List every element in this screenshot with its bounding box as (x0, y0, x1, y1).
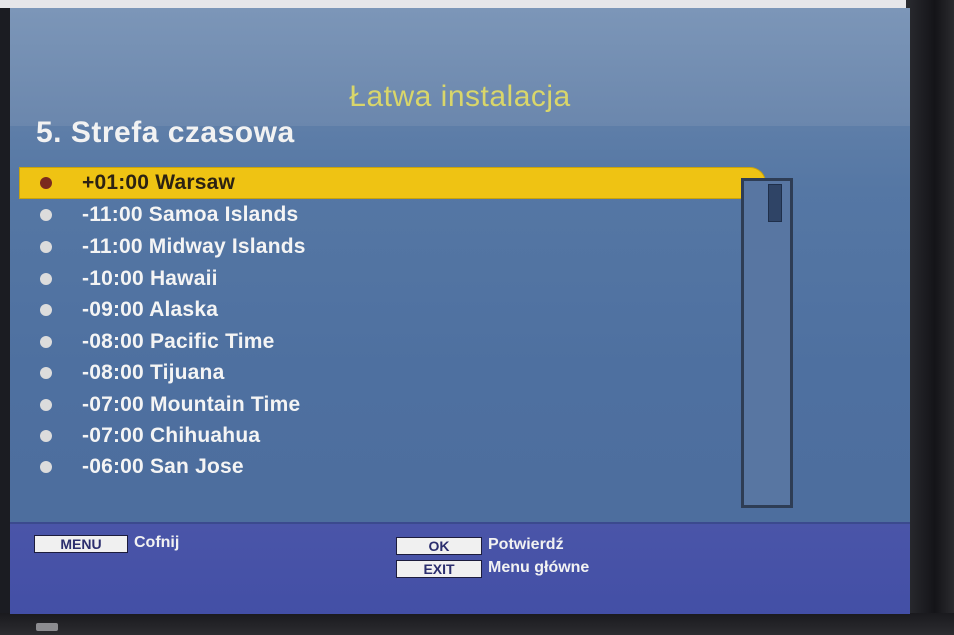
timezone-item[interactable]: -11:00 Midway Islands (20, 232, 765, 262)
timezone-label: -11:00 Samoa Islands (82, 203, 299, 226)
ok-key-label: Potwierdź (488, 536, 564, 553)
key-hint-bar: MENU Cofnij OK Potwierdź EXIT Menu główn… (10, 522, 910, 614)
timezone-label: -10:00 Hawaii (82, 267, 218, 290)
timezone-list[interactable]: +01:00 Warsaw -11:00 Samoa Islands -11:0… (20, 168, 765, 508)
background-wall (0, 0, 954, 8)
timezone-label: -06:00 San Jose (82, 455, 244, 478)
step-title: 5. Strefa czasowa (36, 116, 295, 149)
radio-bullet-icon (40, 367, 52, 379)
monitor-logo-badge (36, 623, 58, 631)
timezone-item[interactable]: -08:00 Pacific Time (20, 327, 765, 357)
radio-bullet-icon (40, 273, 52, 285)
timezone-label: -07:00 Chihuahua (82, 424, 261, 447)
timezone-item[interactable]: -09:00 Alaska (20, 295, 765, 325)
timezone-label: -08:00 Tijuana (82, 361, 225, 384)
wizard-title: Łatwa instalacja (349, 80, 571, 113)
exit-key-label: Menu główne (488, 559, 590, 576)
radio-bullet-icon (40, 241, 52, 253)
radio-bullet-icon (40, 430, 52, 442)
timezone-label: -11:00 Midway Islands (82, 235, 306, 258)
scrollbar-thumb[interactable] (768, 184, 782, 222)
monitor-bezel-bottom (0, 613, 954, 635)
timezone-item[interactable]: -08:00 Tijuana (20, 358, 765, 388)
timezone-item[interactable]: -11:00 Samoa Islands (20, 200, 765, 230)
timezone-label: -09:00 Alaska (82, 298, 219, 321)
radio-bullet-icon (40, 209, 52, 221)
radio-bullet-icon (40, 336, 52, 348)
timezone-label: -07:00 Mountain Time (82, 393, 301, 416)
monitor-bezel-right (906, 0, 954, 635)
timezone-label: +01:00 Warsaw (82, 171, 235, 194)
radio-bullet-icon (40, 177, 52, 189)
list-scrollbar[interactable] (741, 178, 793, 508)
radio-bullet-icon (40, 304, 52, 316)
radio-bullet-icon (40, 461, 52, 473)
ok-key-badge[interactable]: OK (396, 537, 482, 555)
exit-key-badge[interactable]: EXIT (396, 560, 482, 578)
menu-key-label: Cofnij (134, 534, 180, 551)
tv-screen: Łatwa instalacja 5. Strefa czasowa +01:0… (10, 8, 910, 614)
radio-bullet-icon (40, 399, 52, 411)
timezone-item-selected[interactable]: +01:00 Warsaw (20, 168, 765, 198)
timezone-item[interactable]: -07:00 Chihuahua (20, 421, 765, 451)
timezone-item[interactable]: -06:00 San Jose (20, 452, 765, 482)
timezone-item[interactable]: -07:00 Mountain Time (20, 390, 765, 420)
timezone-item[interactable]: -10:00 Hawaii (20, 264, 765, 294)
timezone-label: -08:00 Pacific Time (82, 330, 275, 353)
menu-key-badge[interactable]: MENU (34, 535, 128, 553)
